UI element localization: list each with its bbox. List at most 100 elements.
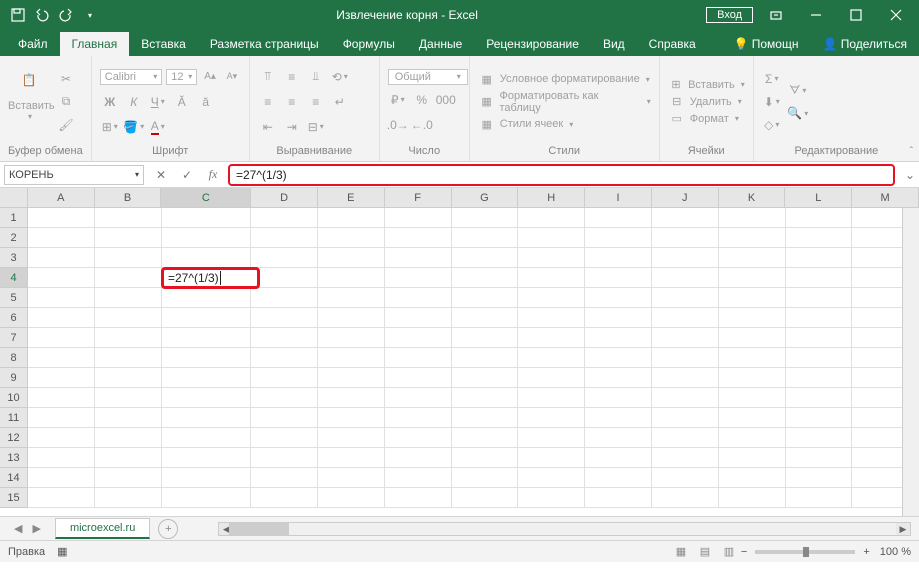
row-header[interactable]: 7 [0,328,28,348]
sheet-next-icon[interactable]: ▶ [32,522,40,535]
insert-cells-button[interactable]: ⊞Вставить▾ [668,77,745,92]
add-sheet-button[interactable]: + [158,519,178,539]
increase-decimal-icon[interactable]: .0→ [388,115,408,135]
login-button[interactable]: Вход [706,7,753,23]
comma-icon[interactable]: 000 [436,90,456,110]
macro-record-icon[interactable]: ▦ [57,545,67,558]
cancel-formula-button[interactable]: ✕ [148,168,174,182]
ribbon-options-icon[interactable] [759,0,793,30]
font-name-select[interactable]: Calibri▾ [100,69,163,85]
row-header[interactable]: 13 [0,448,28,468]
minimize-button[interactable] [799,0,833,30]
expand-formula-bar-icon[interactable]: ⌄ [901,168,919,182]
row-header[interactable]: 2 [0,228,28,248]
column-header[interactable]: F [385,188,452,207]
column-header[interactable]: J [652,188,719,207]
view-normal-icon[interactable]: ▦ [669,545,693,558]
orientation-icon[interactable]: ⟲▾ [330,67,350,87]
currency-icon[interactable]: ₽▾ [388,90,408,110]
fill-color-icon[interactable]: 🪣▾ [124,117,144,137]
decrease-font-icon[interactable]: A▾ [223,67,241,87]
row-header[interactable]: 4 [0,268,28,288]
save-icon[interactable] [10,7,26,23]
format-painter-icon[interactable]: 🖌 [56,115,76,135]
italic-button[interactable]: К [124,92,144,112]
column-header[interactable]: K [719,188,786,207]
zoom-in-button[interactable]: + [863,546,869,558]
redo-icon[interactable] [58,7,74,23]
enter-formula-button[interactable]: ✓ [174,168,200,182]
find-icon[interactable]: 🔍▾ [788,103,808,123]
zoom-slider[interactable] [755,550,855,554]
close-button[interactable] [879,0,913,30]
collapse-ribbon-icon[interactable]: ˆ [910,146,913,157]
copy-icon[interactable]: ⧉ [56,92,76,112]
column-header[interactable]: L [785,188,852,207]
align-bottom-icon[interactable]: ⫫ [306,67,326,87]
formula-input[interactable]: =27^(1/3) [228,164,895,186]
row-header[interactable]: 8 [0,348,28,368]
column-header[interactable]: C [161,188,251,207]
column-header[interactable]: E [318,188,385,207]
tab-insert[interactable]: Вставка [129,32,198,56]
underline-button[interactable]: Ч▾ [148,92,168,112]
font-color-icon[interactable]: A▾ [148,117,168,137]
align-top-icon[interactable]: ⫪ [258,67,278,87]
column-header[interactable]: M [852,188,919,207]
tab-formulas[interactable]: Формулы [331,32,407,56]
view-page-break-icon[interactable]: ▥ [717,545,741,558]
scroll-thumb[interactable] [229,523,289,535]
tab-view[interactable]: Вид [591,32,637,56]
sheet-prev-icon[interactable]: ◀ [14,522,22,535]
merge-icon[interactable]: ⊟▾ [306,117,326,137]
fill-icon[interactable]: ⬇▾ [762,92,782,112]
align-left-icon[interactable]: ≡ [258,92,278,112]
column-header[interactable]: D [251,188,318,207]
cell-styles-button[interactable]: ▦Стили ячеек▾ [478,117,651,132]
tab-data[interactable]: Данные [407,32,474,56]
align-right-icon[interactable]: ≡ [306,92,326,112]
border-icon[interactable]: ⊞▾ [100,117,120,137]
undo-icon[interactable] [34,7,50,23]
tab-layout[interactable]: Разметка страницы [198,32,331,56]
decrease-decimal-icon[interactable]: ←.0 [412,115,432,135]
cells-area[interactable]: =27^(1/3) [28,208,919,508]
increase-font-2-icon[interactable]: Ă [172,92,192,112]
select-all-corner[interactable] [0,188,28,207]
row-header[interactable]: 5 [0,288,28,308]
tab-review[interactable]: Рецензирование [474,32,591,56]
view-page-layout-icon[interactable]: ▤ [693,545,717,558]
delete-cells-button[interactable]: ⊟Удалить▾ [668,94,745,109]
tab-tell-me[interactable]: 💡 Помощн [721,32,810,56]
cut-icon[interactable]: ✂ [56,69,76,89]
align-middle-icon[interactable]: ≡ [282,67,302,87]
column-header[interactable]: G [452,188,519,207]
zoom-out-button[interactable]: − [741,546,747,558]
tab-file[interactable]: Файл [6,32,60,56]
sort-filter-icon[interactable]: ᗊ▾ [788,80,808,100]
horizontal-scrollbar[interactable]: ◀ ▶ [218,522,911,536]
insert-function-button[interactable]: fx [200,167,226,182]
autosum-icon[interactable]: Σ▾ [762,69,782,89]
decrease-font-2-icon[interactable]: ă [196,92,216,112]
scroll-right-icon[interactable]: ▶ [896,523,910,535]
qat-dropdown-icon[interactable]: ▾ [82,7,98,23]
align-center-icon[interactable]: ≡ [282,92,302,112]
row-header[interactable]: 1 [0,208,28,228]
row-header[interactable]: 9 [0,368,28,388]
conditional-formatting-button[interactable]: ▦Условное форматирование▾ [478,72,651,87]
paste-button[interactable]: 📋 Вставить ▾ [8,60,50,143]
maximize-button[interactable] [839,0,873,30]
row-header[interactable]: 11 [0,408,28,428]
decrease-indent-icon[interactable]: ⇤ [258,117,278,137]
format-cells-button[interactable]: ▭Формат▾ [668,111,745,126]
row-header[interactable]: 14 [0,468,28,488]
column-header[interactable]: I [585,188,652,207]
sheet-tab-active[interactable]: microexcel.ru [55,518,150,539]
name-box[interactable]: КОРЕНЬ▾ [4,165,144,185]
zoom-level[interactable]: 100 % [880,546,911,558]
row-header[interactable]: 12 [0,428,28,448]
clear-icon[interactable]: ◇▾ [762,115,782,135]
column-header[interactable]: H [518,188,585,207]
active-cell-editor[interactable]: =27^(1/3) [161,267,260,289]
